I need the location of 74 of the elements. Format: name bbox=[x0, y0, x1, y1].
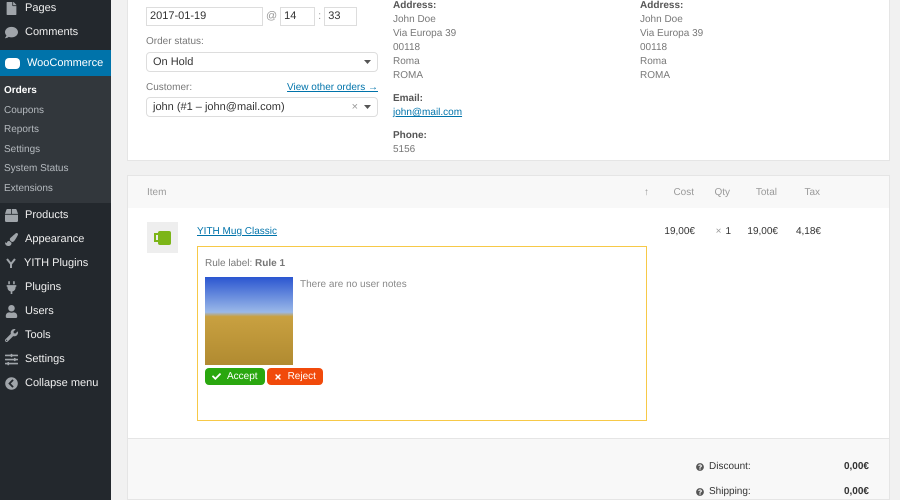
address-line: 00118 bbox=[393, 41, 422, 55]
help-icon[interactable] bbox=[696, 462, 704, 470]
phone-text: 5156 bbox=[393, 143, 416, 157]
customer-label: Customer: bbox=[146, 81, 192, 95]
sidebar-item[interactable]: Collapse menu bbox=[0, 371, 111, 395]
total-value: 0,00€ bbox=[842, 460, 869, 474]
product-link[interactable]: YITH Mug Classic bbox=[197, 224, 278, 239]
address-line: John Doe bbox=[640, 13, 684, 27]
address-line: Roma bbox=[393, 55, 421, 69]
box-icon bbox=[5, 208, 18, 222]
address-line: John Doe bbox=[393, 13, 437, 27]
quantity-cell-text: × 1 bbox=[714, 225, 731, 239]
close-icon bbox=[274, 372, 282, 380]
caret-icon bbox=[364, 60, 371, 64]
email-label: Email: bbox=[393, 92, 424, 106]
submenu-item[interactable]: Settings bbox=[0, 140, 111, 159]
checkmark-icon bbox=[212, 372, 221, 381]
submenu-item[interactable]: Reports bbox=[0, 120, 111, 140]
submenu-item[interactable]: Orders bbox=[0, 81, 111, 100]
view-orders-link[interactable]: View other orders → bbox=[287, 80, 378, 95]
circle-arrow-icon bbox=[5, 376, 18, 390]
time-separator: : bbox=[318, 9, 322, 24]
help-icon[interactable] bbox=[696, 488, 704, 496]
rule-label: Rule label: Rule 1 bbox=[205, 257, 286, 271]
address-line: 00118 bbox=[640, 41, 668, 55]
wrench-icon bbox=[5, 328, 18, 342]
sidebar-item[interactable]: Tools bbox=[0, 323, 111, 347]
accept-button[interactable]: Accept bbox=[205, 368, 265, 385]
sliders-icon bbox=[5, 352, 18, 366]
tax-cell-text: 4,18€ bbox=[794, 225, 821, 239]
total-label: Shipping: bbox=[709, 485, 752, 499]
sidebar-item[interactable]: Products bbox=[0, 203, 111, 227]
sidebar-item[interactable]: Users bbox=[0, 299, 111, 323]
y-logo-icon bbox=[5, 257, 17, 269]
minute-field[interactable]: 33 bbox=[324, 7, 358, 26]
sidebar-item[interactable]: WooCommerce bbox=[0, 50, 111, 76]
page-icon bbox=[5, 2, 18, 14]
address-label: Address: bbox=[393, 0, 438, 13]
woo-logo-icon bbox=[5, 58, 20, 68]
sidebar-item[interactable]: Settings bbox=[0, 347, 111, 371]
address-line: Roma bbox=[640, 55, 668, 69]
phone-label: Phone: bbox=[393, 129, 428, 143]
sidebar-item[interactable]: Plugins bbox=[0, 275, 111, 299]
sidebar-item[interactable]: Appearance bbox=[0, 227, 111, 251]
cost-cell-text: 19,00€ bbox=[663, 225, 695, 239]
user-icon bbox=[5, 304, 18, 318]
mug-icon bbox=[152, 230, 172, 246]
email-link[interactable]: john@mail.com bbox=[393, 106, 462, 120]
address-line: Via Europa 39 bbox=[640, 27, 704, 41]
speech-bubble-icon bbox=[5, 26, 18, 38]
hour-field[interactable]: 14 bbox=[280, 7, 316, 26]
address-line: Via Europa 39 bbox=[393, 27, 458, 41]
total-value: 0,00€ bbox=[842, 485, 869, 499]
sidebar-item[interactable]: Comments bbox=[0, 20, 111, 44]
at-sign: @ bbox=[266, 9, 278, 24]
sidebar-item[interactable]: YITH Plugins bbox=[0, 251, 111, 275]
address-line: ROMA bbox=[393, 69, 424, 83]
reject-button[interactable]: Reject bbox=[266, 368, 323, 385]
total-cell-text: 19,00€ bbox=[746, 225, 778, 239]
submenu-item[interactable]: Extensions bbox=[0, 178, 111, 198]
plug-icon bbox=[5, 280, 18, 294]
caret-icon bbox=[364, 105, 371, 109]
submenu-item[interactable]: System Status bbox=[0, 159, 111, 178]
total-label: Discount: bbox=[709, 460, 752, 474]
customer-select[interactable]: john (#1 – john@mail.com) × bbox=[146, 97, 378, 117]
user-notes-text: There are no user notes bbox=[300, 278, 407, 292]
address-line: ROMA bbox=[640, 69, 671, 83]
submenu-item[interactable]: Coupons bbox=[0, 100, 111, 120]
sidebar-item[interactable]: Pages bbox=[0, 0, 111, 20]
order-status-select[interactable]: On Hold bbox=[146, 52, 378, 72]
order-status-label: Order status: bbox=[146, 35, 205, 49]
date-field[interactable]: 2017-01-19 bbox=[146, 7, 263, 26]
address-label: Address: bbox=[640, 0, 684, 13]
paintbrush-icon bbox=[5, 232, 18, 246]
